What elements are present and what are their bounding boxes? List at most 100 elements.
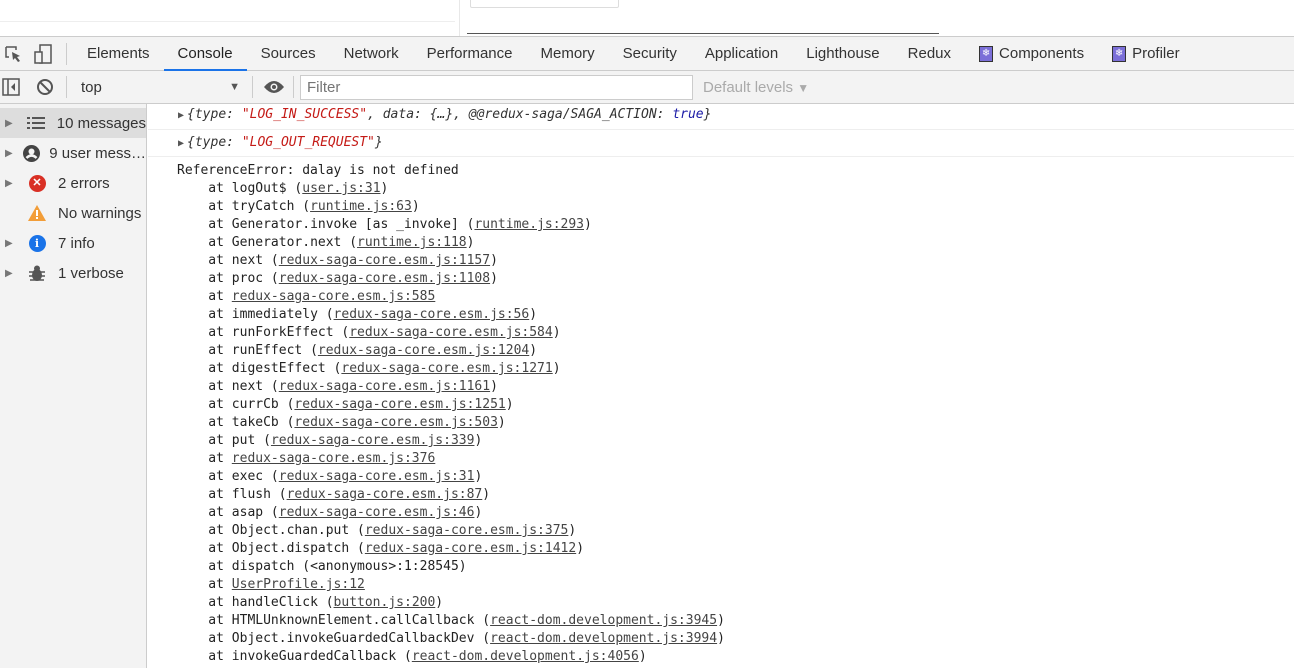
function-name: dispatch (<anonymous>:1:28545)	[231, 559, 467, 574]
source-link[interactable]: redux-saga-core.esm.js:375	[365, 523, 569, 538]
source-link[interactable]: react-dom.development.js:3945	[490, 613, 717, 628]
divider	[0, 21, 455, 22]
tab-security[interactable]: Security	[609, 37, 691, 71]
tab-redux[interactable]: Redux	[894, 37, 965, 71]
stack-frame: at flush (redux-saga-core.esm.js:87)	[177, 487, 491, 502]
expand-arrow-icon[interactable]: ▶	[178, 110, 184, 121]
source-link[interactable]: redux-saga-core.esm.js:585	[232, 289, 436, 304]
source-link[interactable]: runtime.js:63	[310, 199, 412, 214]
stack-frame: at Object.dispatch (redux-saga-core.esm.…	[177, 541, 585, 556]
tab-label: Elements	[87, 44, 150, 62]
filter-input[interactable]	[300, 74, 693, 100]
sidebar-item-label: 9 user mess…	[49, 144, 146, 162]
expand-arrow-icon[interactable]: ▶	[0, 148, 19, 159]
expand-arrow-icon[interactable]: ▶	[0, 268, 22, 279]
source-link[interactable]: runtime.js:293	[474, 217, 584, 232]
source-link[interactable]: redux-saga-core.esm.js:584	[349, 325, 553, 340]
stack-frame: at redux-saga-core.esm.js:585	[177, 289, 436, 304]
live-expression-eye-icon[interactable]	[263, 76, 285, 98]
tab-label: Console	[177, 44, 233, 62]
stack-frame: at UserProfile.js:12	[177, 577, 365, 592]
function-name: runForkEffect	[231, 325, 334, 340]
stack-frame: at Object.chan.put (redux-saga-core.esm.…	[177, 523, 577, 538]
source-link[interactable]: react-dom.development.js:3994	[490, 631, 717, 646]
tab-label: Profiler	[1132, 44, 1180, 62]
sidebar-toggle-icon[interactable]	[0, 76, 22, 98]
sidebar-item[interactable]: ▶ 10 messages	[0, 108, 146, 138]
sidebar-item[interactable]: ▶ i 7 info	[0, 228, 146, 258]
source-link[interactable]: redux-saga-core.esm.js:376	[232, 451, 436, 466]
tab-label: Sources	[260, 44, 316, 62]
expand-arrow-icon[interactable]: ▶	[0, 238, 22, 249]
tab-label: Performance	[426, 44, 513, 62]
stack-frame: at tryCatch (runtime.js:63)	[177, 199, 420, 214]
console-message[interactable]: ▶ {type: "LOG_IN_SUCCESS", data: {…}, @@r…	[148, 104, 1294, 130]
page-box	[470, 0, 619, 8]
source-link[interactable]: button.js:200	[334, 595, 436, 610]
function-name: tryCatch	[231, 199, 295, 214]
tab-components[interactable]: ❄ Components	[965, 37, 1098, 71]
function-name: Generator.invoke [as _invoke]	[231, 217, 459, 232]
log-levels-dropdown[interactable]: Default levels ▼	[703, 79, 809, 96]
error-icon: ✕	[22, 174, 52, 192]
error-title: ReferenceError: dalay is not defined	[177, 163, 459, 178]
source-link[interactable]: redux-saga-core.esm.js:1271	[341, 361, 552, 376]
stack-frame: at runEffect (redux-saga-core.esm.js:120…	[177, 343, 538, 358]
stack-frame: at dispatch (<anonymous>:1:28545)	[177, 559, 467, 574]
device-toolbar-icon[interactable]	[32, 43, 54, 65]
source-link[interactable]: redux-saga-core.esm.js:1204	[318, 343, 529, 358]
page-content	[0, 0, 1294, 36]
console-message[interactable]: ▶ {type: "LOG_OUT_REQUEST"}	[148, 130, 1294, 157]
function-name: invokeGuardedCallback	[231, 649, 397, 664]
sidebar-item[interactable]: ▶ 1 verbose	[0, 258, 146, 288]
source-link[interactable]: runtime.js:118	[357, 235, 467, 250]
tab-memory[interactable]: Memory	[527, 37, 609, 71]
tab-sources[interactable]: Sources	[247, 37, 330, 71]
expand-arrow-icon[interactable]: ▶	[178, 138, 184, 149]
clear-console-icon[interactable]	[34, 76, 56, 98]
source-link[interactable]: redux-saga-core.esm.js:46	[279, 505, 475, 520]
source-link[interactable]: UserProfile.js:12	[232, 577, 365, 592]
source-link[interactable]: redux-saga-core.esm.js:339	[271, 433, 475, 448]
tab-label: Components	[999, 44, 1085, 62]
sidebar-item[interactable]: ▶ 9 user mess…	[0, 138, 146, 168]
list-icon	[22, 117, 51, 129]
inspect-element-icon[interactable]	[2, 43, 24, 65]
source-link[interactable]: redux-saga-core.esm.js:1412	[365, 541, 576, 556]
tab-lighthouse[interactable]: Lighthouse	[792, 37, 893, 71]
divider	[252, 76, 253, 98]
source-link[interactable]: react-dom.development.js:4056	[412, 649, 639, 664]
tab-profiler[interactable]: ❄ Profiler	[1098, 37, 1194, 71]
obj-text: }	[703, 107, 712, 122]
source-link[interactable]: redux-saga-core.esm.js:56	[334, 307, 530, 322]
tab-performance[interactable]: Performance	[413, 37, 527, 71]
expand-arrow-icon[interactable]: ▶	[0, 118, 22, 129]
dropdown-arrow-icon: ▼	[797, 80, 810, 95]
context-selector[interactable]: top ▼	[71, 75, 246, 99]
source-link[interactable]: redux-saga-core.esm.js:1108	[279, 271, 490, 286]
source-link[interactable]: redux-saga-core.esm.js:1157	[279, 253, 490, 268]
tab-elements[interactable]: Elements	[73, 37, 164, 71]
source-link[interactable]: redux-saga-core.esm.js:1161	[279, 379, 490, 394]
source-link[interactable]: redux-saga-core.esm.js:31	[279, 469, 475, 484]
bug-icon	[22, 265, 52, 282]
source-link[interactable]: redux-saga-core.esm.js:1251	[294, 397, 505, 412]
expand-arrow-icon[interactable]: ▶	[0, 178, 22, 189]
stack-frame: at redux-saga-core.esm.js:376	[177, 451, 436, 466]
tab-network[interactable]: Network	[330, 37, 413, 71]
source-link[interactable]: redux-saga-core.esm.js:87	[287, 487, 483, 502]
sidebar-item-label: 10 messages	[56, 114, 146, 132]
tab-console[interactable]: Console	[163, 37, 247, 71]
function-name: runEffect	[231, 343, 303, 358]
dropdown-arrow-icon: ▼	[229, 81, 240, 93]
function-name: flush	[231, 487, 271, 502]
source-link[interactable]: redux-saga-core.esm.js:503	[294, 415, 498, 430]
obj-text: , data: {…}, @@redux-saga/SAGA_ACTION:	[367, 107, 673, 122]
source-link[interactable]: user.js:31	[302, 181, 380, 196]
tab-application[interactable]: Application	[691, 37, 792, 71]
function-name: currCb	[231, 397, 279, 412]
sidebar-item[interactable]: No warnings	[0, 198, 146, 228]
function-name: Object.invokeGuardedCallbackDev	[231, 631, 475, 646]
sidebar-item[interactable]: ▶ ✕ 2 errors	[0, 168, 146, 198]
string-value: "LOG_IN_SUCCESS"	[241, 107, 368, 122]
